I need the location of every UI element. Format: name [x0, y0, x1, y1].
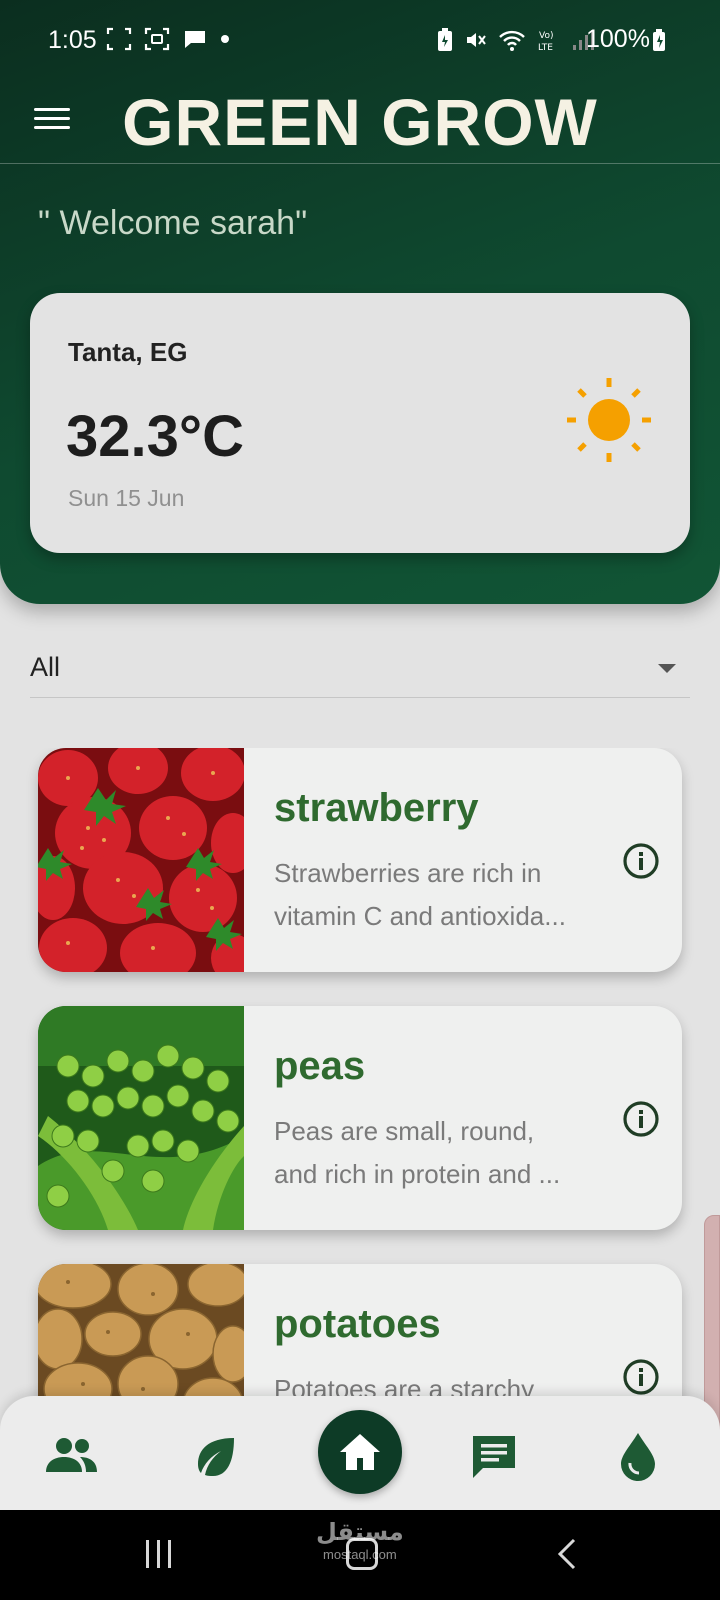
crop-name: potatoes: [274, 1302, 441, 1346]
nav-community[interactable]: [44, 1428, 100, 1484]
nav-irrigation[interactable]: [610, 1428, 666, 1484]
crop-description-line: vitamin C and antioxida...: [274, 901, 566, 931]
screenshot-icon: [106, 27, 132, 51]
app-bar: GREEN GROW: [0, 80, 720, 164]
welcome-text: " Welcome sarah": [38, 204, 308, 242]
crop-name: strawberry: [274, 786, 479, 830]
crop-card-potatoes[interactable]: potatoes Potatoes are a starchy: [38, 1264, 682, 1396]
menu-button[interactable]: [34, 100, 70, 136]
strawberry-image: [38, 748, 244, 972]
weather-card: Tanta, EG 32.3°C Sun 15 Jun: [30, 293, 690, 553]
message-icon: [185, 31, 205, 48]
leaf-icon: [198, 1438, 234, 1476]
svg-text:Vo): Vo): [539, 31, 553, 41]
crop-card-strawberry[interactable]: strawberry Strawberries are rich in vita…: [38, 748, 682, 972]
crop-list[interactable]: strawberry Strawberries are rich in vita…: [0, 748, 720, 1396]
mute-icon: [467, 33, 486, 47]
menu-icon-bar: [34, 125, 70, 129]
weather-date: Sun 15 Jun: [68, 485, 185, 511]
info-icon[interactable]: [622, 1358, 660, 1396]
water-drop-icon: [621, 1433, 655, 1481]
crop-description: Strawberries are rich in vitamin C and a…: [274, 852, 614, 938]
info-icon[interactable]: [622, 1100, 660, 1138]
notification-dot-icon: [221, 35, 229, 43]
watermark-main: مستقل: [316, 1519, 404, 1546]
status-left-icons: [106, 27, 230, 51]
battery-saver-icon: [438, 28, 452, 51]
crop-description-line: Peas are small, round,: [274, 1116, 535, 1146]
volte-icon: Vo) LTE: [538, 31, 553, 53]
home-icon: [340, 1434, 380, 1470]
crop-description-line: Potatoes are a starchy: [274, 1374, 535, 1396]
potatoes-image: [38, 1264, 244, 1396]
recent-apps-bar: [168, 1540, 171, 1568]
watermark: مستقل mostaql.com: [316, 1518, 404, 1562]
crop-description-line: Strawberries are rich in: [274, 858, 542, 888]
status-right-icons: Vo) LTE: [436, 27, 594, 53]
category-filter-dropdown[interactable]: All: [30, 640, 690, 698]
crop-description: Peas are small, round, and rich in prote…: [274, 1110, 614, 1196]
nav-home[interactable]: [318, 1410, 402, 1494]
svg-text:LTE: LTE: [538, 43, 553, 53]
status-bar: 1:05 Vo) LTE 100%: [0, 0, 720, 80]
nav-plants[interactable]: [188, 1428, 244, 1484]
crop-description: Potatoes are a starchy: [274, 1368, 614, 1396]
peas-image: [38, 1006, 244, 1230]
filter-selected-value: All: [30, 652, 61, 682]
watermark-sub: mostaql.com: [323, 1547, 397, 1562]
weather-temperature: 32.3°C: [66, 404, 244, 469]
info-icon[interactable]: [622, 842, 660, 880]
wifi-icon: [499, 30, 525, 51]
battery-indicator: 100%: [586, 25, 666, 54]
nav-chat[interactable]: [466, 1428, 522, 1484]
status-time: 1:05: [48, 26, 97, 54]
chat-icon: [473, 1436, 515, 1478]
recent-apps-bar: [157, 1540, 160, 1568]
screen-record-icon: [144, 27, 170, 51]
community-icon: [46, 1438, 97, 1472]
recent-apps-button[interactable]: [146, 1540, 176, 1570]
recent-apps-bar: [146, 1540, 149, 1568]
crop-description-line: and rich in protein and ...: [274, 1159, 561, 1189]
weather-city: Tanta, EG: [68, 337, 188, 367]
system-navigation-bar: مستقل mostaql.com: [0, 1510, 720, 1600]
dropdown-arrow-icon: [658, 664, 676, 673]
menu-icon-bar: [34, 116, 70, 120]
back-icon[interactable]: [550, 1536, 586, 1572]
battery-charging-icon: [652, 28, 665, 51]
sun-icon: [567, 378, 651, 462]
app-title: GREEN GROW: [122, 85, 598, 159]
battery-percent: 100%: [586, 25, 650, 53]
menu-icon-bar: [34, 107, 70, 111]
crop-card-peas[interactable]: peas Peas are small, round, and rich in …: [38, 1006, 682, 1230]
header-panel: 1:05 Vo) LTE 100% GREEN GROW " Welcome sa…: [0, 0, 720, 604]
crop-name: peas: [274, 1044, 366, 1088]
bottom-navigation: [0, 1396, 720, 1510]
